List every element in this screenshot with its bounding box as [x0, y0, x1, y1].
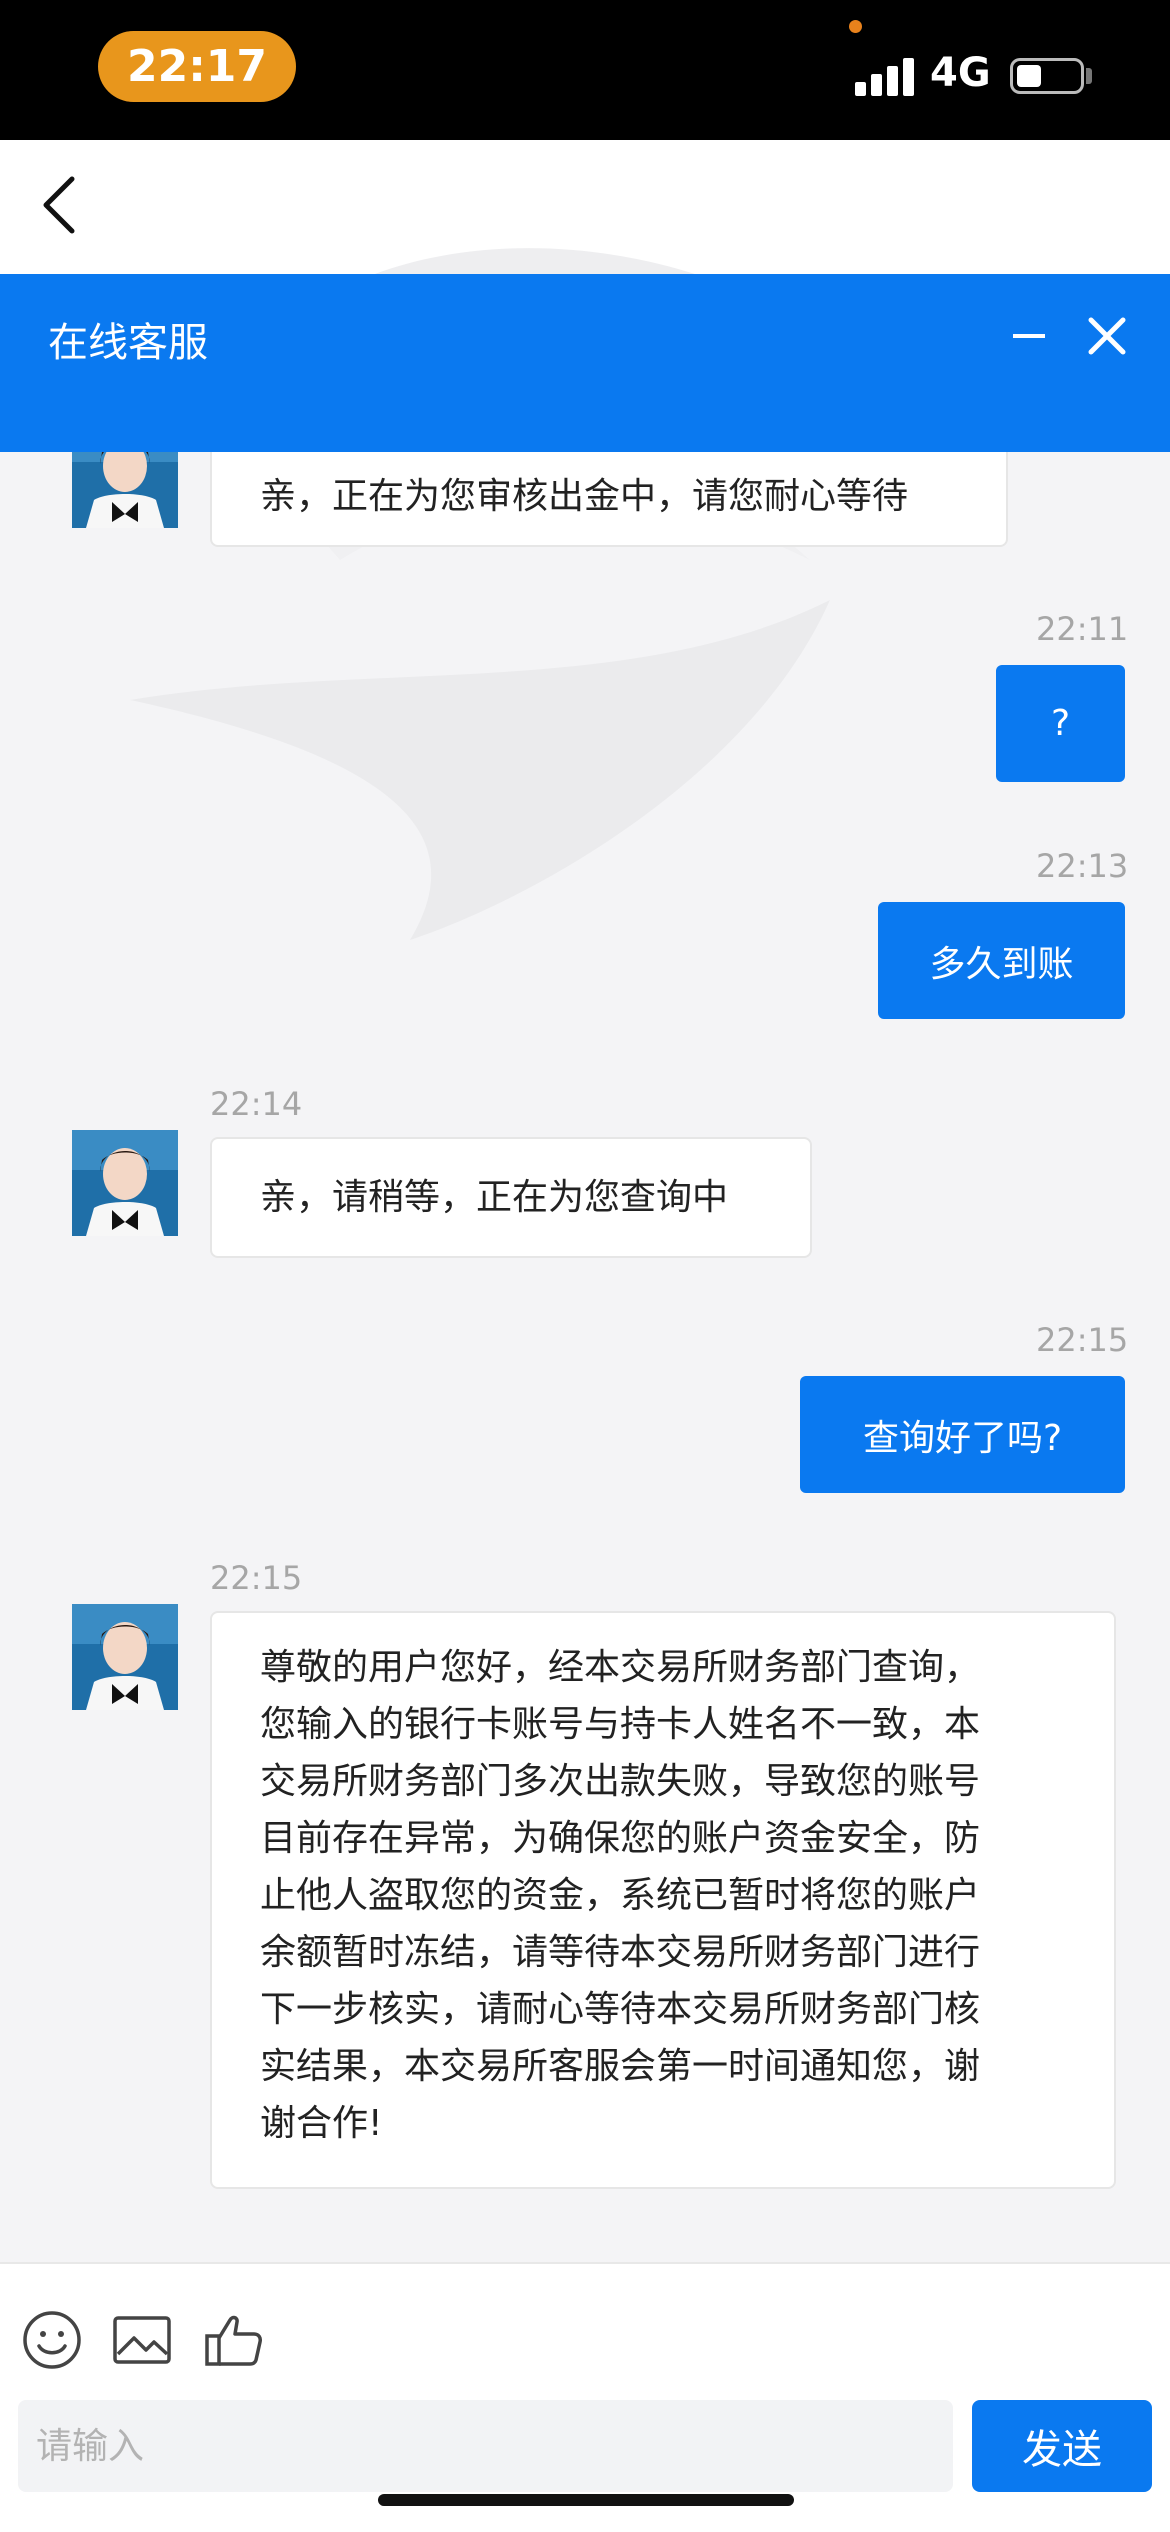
status-bar: 22:17 4G	[0, 0, 1170, 140]
message-bubble-incoming: 尊敬的用户您好，经本交易所财务部门查询， 您输入的银行卡账号与持卡人姓名不一致，…	[210, 1611, 1116, 2189]
chat-header: 在线客服	[0, 274, 1170, 452]
smiley-icon	[23, 2311, 81, 2369]
message-timestamp: 22:15	[210, 1559, 303, 1597]
message-bubble-incoming: 亲，正在为您审核出金中，请您耐心等待	[210, 452, 1008, 547]
signal-icon	[855, 56, 915, 96]
message-line: 止他人盗取您的资金，系统已暂时将您的账户	[260, 1875, 981, 1916]
message-bubble-outgoing: 查询好了吗?	[800, 1376, 1125, 1493]
like-button[interactable]	[202, 2308, 266, 2372]
message-line: 下一步核实，请耐心等待本交易所财务部门核	[260, 1989, 981, 2030]
emoji-button[interactable]	[20, 2308, 84, 2372]
agent-avatar	[72, 1604, 178, 1710]
screen: 22:17 4G 在线客服 亲，正在为您审核出金中，请您耐心等待 22:11 ?…	[0, 0, 1170, 2532]
battery-icon	[1010, 58, 1084, 94]
message-line: 实结果，本交易所客服会第一时间通知您，谢	[260, 2046, 981, 2087]
message-text: 多久到账	[929, 943, 1074, 985]
message-input[interactable]	[18, 2400, 953, 2492]
chat-title: 在线客服	[48, 320, 208, 366]
message-text: 亲，请稍等，正在为您查询中	[260, 1177, 729, 1218]
agent-avatar	[72, 1130, 178, 1236]
composer-bar: 发送	[0, 2262, 1170, 2532]
message-line: 交易所财务部门多次出款失败，导致您的账号	[260, 1761, 981, 1802]
message-timestamp: 22:15	[1036, 1321, 1129, 1359]
message-text: ?	[1050, 703, 1071, 744]
message-line: 尊敬的用户您好，经本交易所财务部门查询，	[260, 1647, 981, 1688]
image-button[interactable]	[110, 2308, 174, 2372]
close-icon	[1088, 317, 1126, 355]
message-timestamp: 22:13	[1036, 847, 1129, 885]
message-bubble-outgoing: ?	[996, 665, 1125, 782]
message-list[interactable]: 亲，正在为您审核出金中，请您耐心等待 22:11 ? 22:13 多久到账 22…	[0, 452, 1170, 2262]
close-button[interactable]	[1083, 312, 1131, 360]
message-line: 谢合作!	[260, 2103, 383, 2144]
message-bubble-incoming: 亲，请稍等，正在为您查询中	[210, 1137, 812, 1258]
message-text: 查询好了吗?	[862, 1417, 1063, 1459]
home-indicator[interactable]	[378, 2494, 794, 2506]
message-text: 亲，正在为您审核出金中，请您耐心等待	[260, 476, 909, 517]
image-icon	[113, 2316, 171, 2364]
chevron-left-icon	[43, 176, 75, 234]
message-line: 余额暂时冻结，请等待本交易所财务部门进行	[260, 1932, 981, 1973]
back-button[interactable]	[30, 165, 110, 245]
message-line: 您输入的银行卡账号与持卡人姓名不一致，本	[260, 1704, 981, 1745]
minimize-button[interactable]	[1005, 312, 1051, 358]
send-button[interactable]: 发送	[972, 2400, 1152, 2492]
thumbs-up-icon	[205, 2315, 262, 2366]
message-timestamp: 22:14	[210, 1085, 303, 1123]
message-bubble-outgoing: 多久到账	[878, 902, 1125, 1019]
privacy-indicator-dot	[849, 20, 862, 33]
message-line: 目前存在异常，为确保您的账户资金安全，防	[260, 1818, 981, 1859]
status-time: 22:17	[98, 31, 296, 102]
network-label: 4G	[930, 50, 991, 96]
battery-cap	[1086, 68, 1092, 84]
message-timestamp: 22:11	[1036, 610, 1129, 648]
agent-avatar	[72, 452, 178, 528]
